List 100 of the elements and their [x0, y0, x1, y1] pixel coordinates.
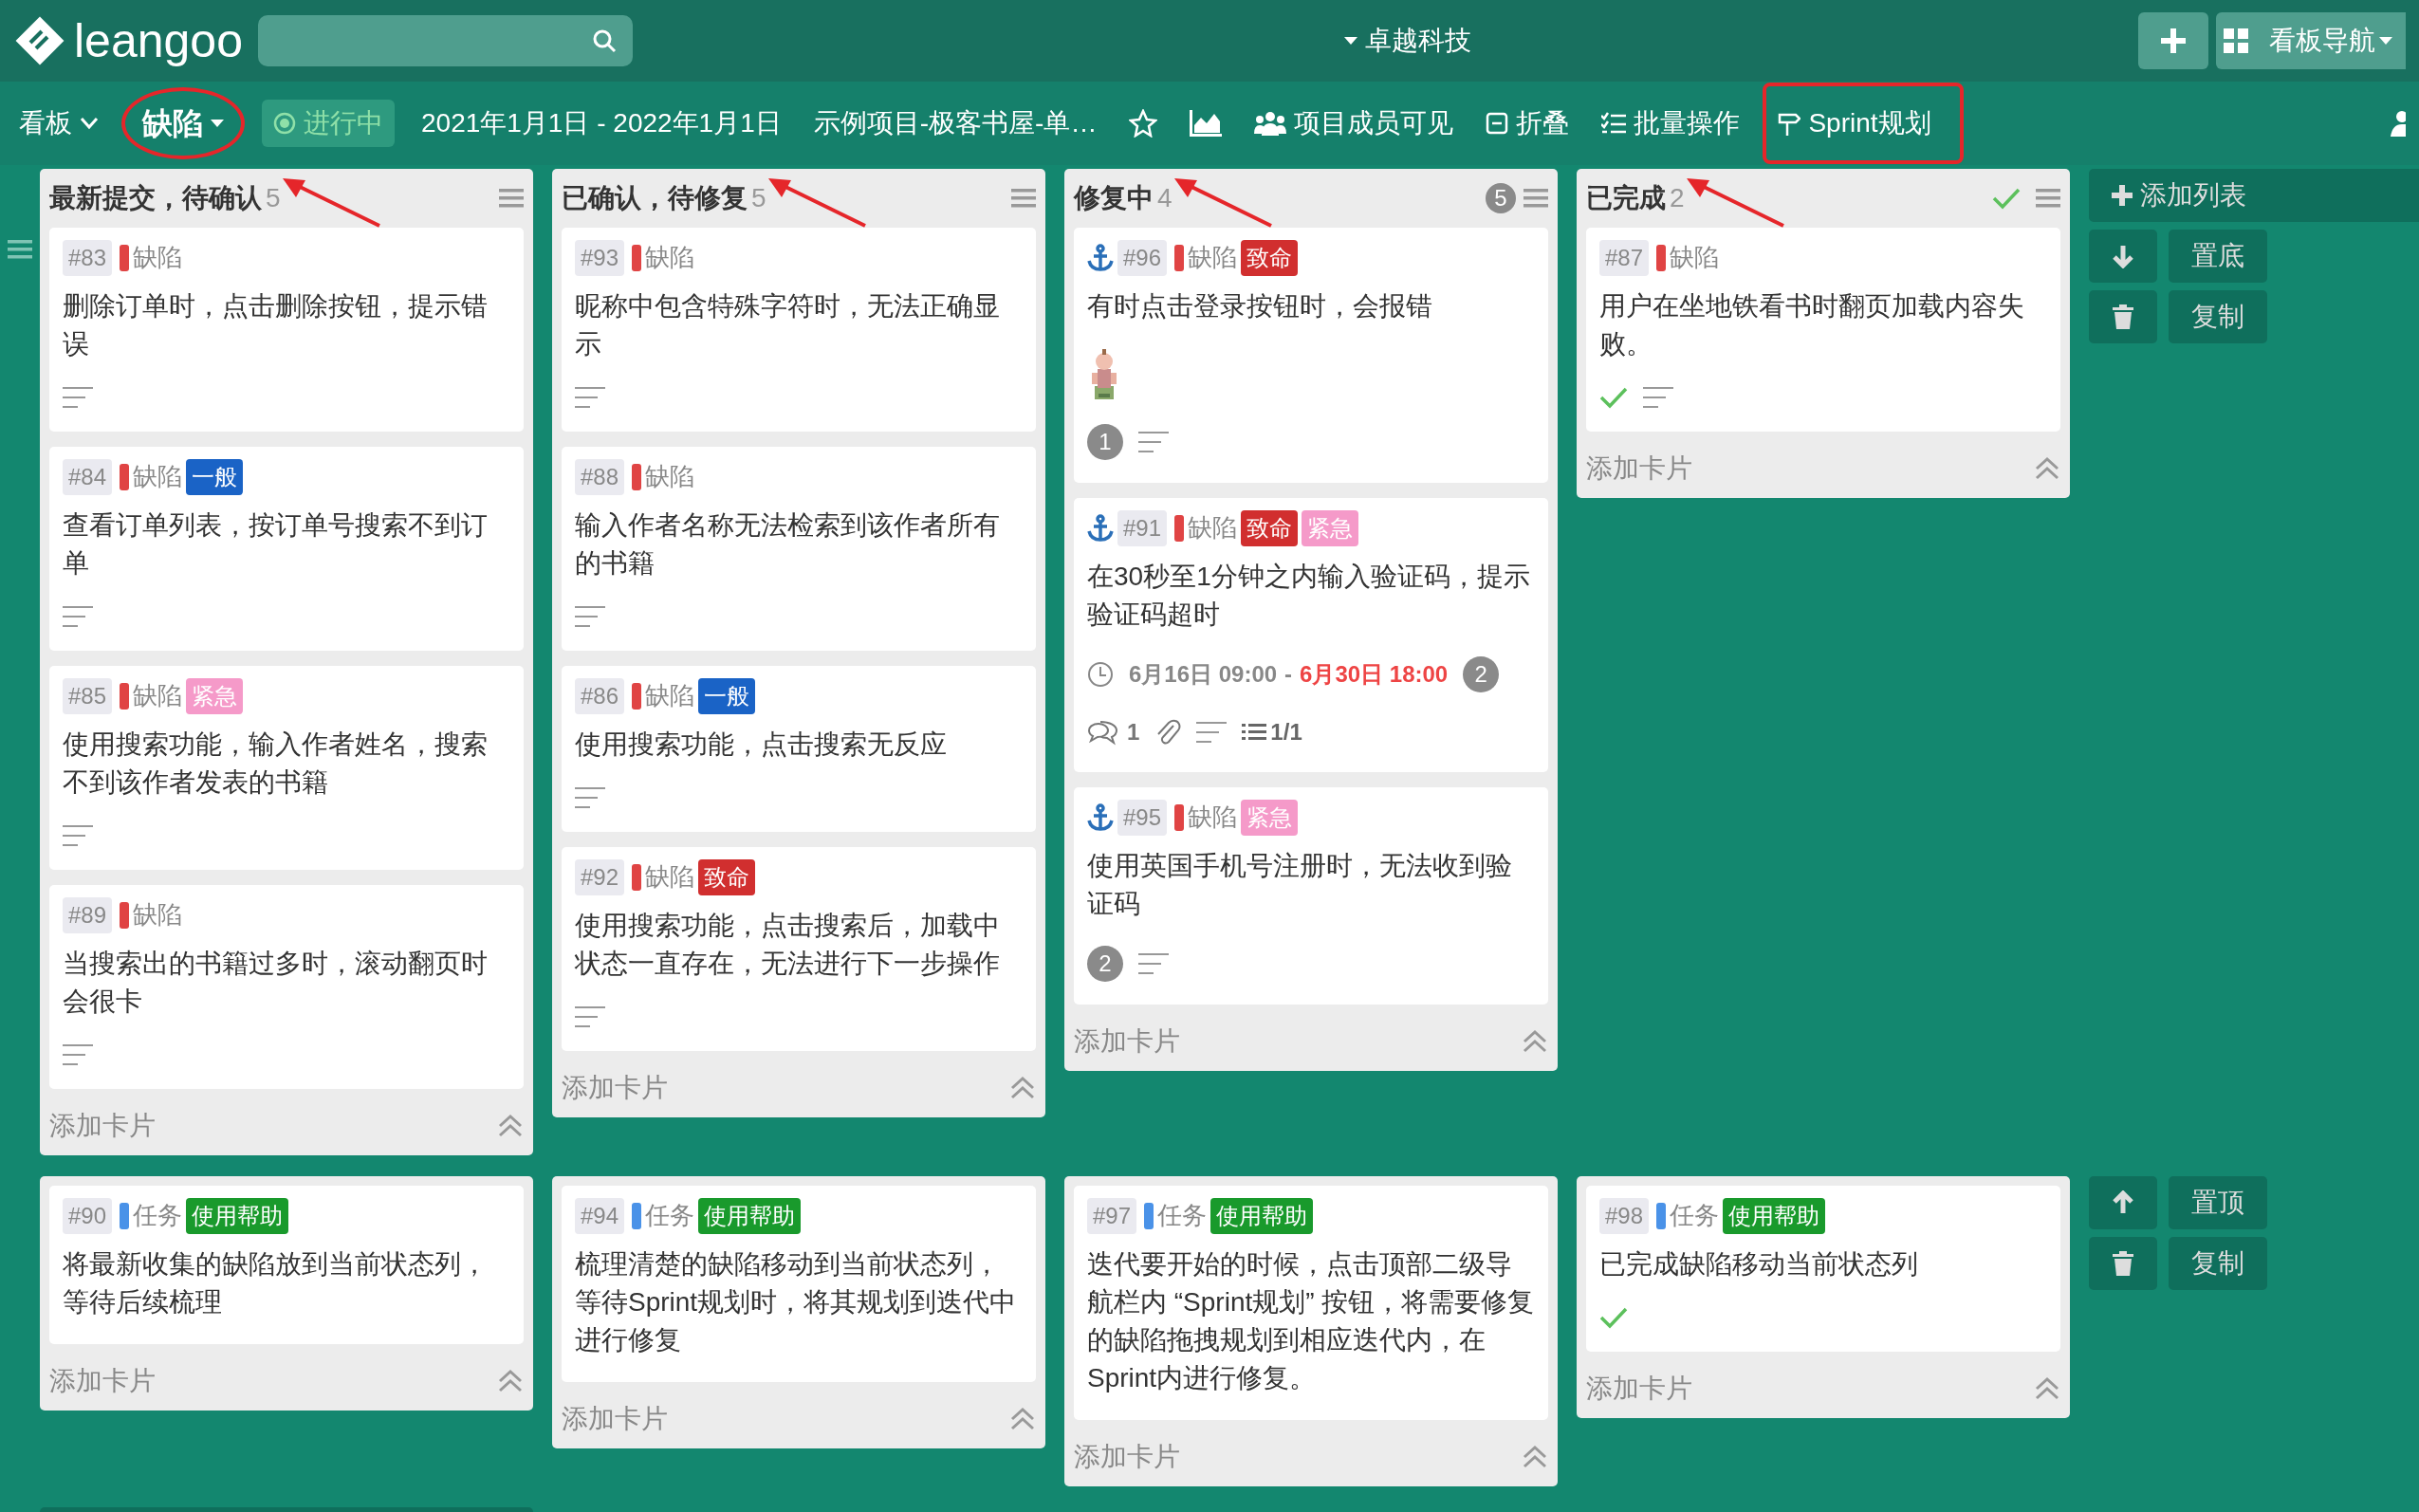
copy-button[interactable]: 复制	[2169, 1237, 2267, 1290]
card-title: 已完成缺陷移动当前状态列	[1599, 1248, 1919, 1281]
card[interactable]: #86 缺陷 一般 使用搜索功能，点击搜索无反应	[562, 666, 1036, 832]
chevron-up-icon[interactable]	[2034, 456, 2060, 481]
card[interactable]: #84 缺陷 一般 查看订单列表，按订单号搜索不到订单	[49, 447, 524, 651]
card-number: #84	[63, 458, 113, 495]
menu-icon[interactable]	[2036, 188, 2060, 209]
board-dropdown[interactable]: 看板	[13, 98, 104, 149]
chevron-up-icon[interactable]	[497, 1369, 524, 1393]
list-title: 修复中	[1074, 182, 1154, 214]
card[interactable]: #90 任务 使用帮助 将最新收集的缺陷放到当前状态列，等待后续梳理	[49, 1186, 524, 1344]
tag: 紧急	[1302, 509, 1359, 546]
batch-button[interactable]: 批量操作	[1596, 98, 1746, 149]
card-title: 当搜索出的书籍过多时，滚动翻页时会很卡	[63, 948, 489, 1018]
card-title: 在30秒至1分钟之内输入验证码，提示验证码超时	[1087, 561, 1531, 631]
card[interactable]: #92 缺陷 致命 使用搜索功能，点击搜索后，加载中状态一直存在，无法进行下一步操作	[562, 847, 1036, 1051]
card[interactable]: #98 任务 使用帮助 已完成缺陷移动当前状态列	[1586, 1186, 2060, 1352]
move-icon-button[interactable]	[2089, 1176, 2157, 1229]
description-icon	[1196, 721, 1228, 744]
add-card-link[interactable]: 添加卡片	[1074, 1437, 1180, 1477]
card-title: 删除订单时，点击删除按钮，提示错误	[63, 290, 489, 360]
tag: 致命	[1241, 239, 1299, 276]
card[interactable]: #93 缺陷 昵称中包含特殊字符时，无法正确显示	[562, 228, 1036, 432]
date-text: 6月16日 09:00	[1129, 660, 1278, 689]
card-title: 昵称中包含特殊字符时，无法正确显示	[575, 290, 1001, 360]
workspace-dropdown[interactable]: 卓越科技	[1339, 20, 1478, 62]
type-marker	[1174, 514, 1185, 542]
type-label: 缺陷	[645, 861, 695, 893]
copy-button[interactable]: 复制	[2169, 290, 2267, 343]
status-label: 进行中	[304, 107, 383, 139]
card-number: #83	[63, 239, 113, 276]
card[interactable]: #89 缺陷 当搜索出的书籍过多时，滚动翻页时会很卡	[49, 885, 524, 1089]
add-list-button[interactable]: 添加列表	[2089, 169, 2419, 222]
type-label: 缺陷	[645, 461, 695, 492]
comments-icon	[1087, 719, 1119, 746]
card-number: #94	[575, 1197, 625, 1234]
bottom-button[interactable]: 置底	[2169, 230, 2267, 283]
card[interactable]: #95 缺陷 紧急 使用英国手机号注册时，无法收到验证码 2	[1074, 787, 1548, 1005]
card[interactable]: #91 缺陷 致命 紧急 在30秒至1分钟之内输入验证码，提示验证码超时 6月16日 09:00 - 6月30日 18:00 2 1 1/1	[1074, 498, 1548, 772]
card[interactable]: #83 缺陷 删除订单时，点击删除按钮，提示错误	[49, 228, 524, 432]
sprint-button[interactable]: Sprint规划	[1766, 86, 1960, 160]
description-icon	[63, 824, 93, 847]
card[interactable]: #85 缺陷 紧急 使用搜索功能，输入作者姓名，搜索不到该作者发表的书籍	[49, 666, 524, 870]
type-marker	[120, 682, 130, 710]
chevron-up-icon[interactable]	[1522, 1445, 1548, 1469]
card-title: 将最新收集的缺陷放到当前状态列，等待后续梳理	[63, 1248, 489, 1318]
card[interactable]: #94 任务 使用帮助 梳理清楚的缺陷移动到当前状态列，等待Sprint规划时，将其规划到迭代中进行修复	[562, 1186, 1036, 1382]
type-label: 缺陷	[1670, 242, 1720, 273]
delete-icon-button[interactable]	[2089, 290, 2157, 343]
card-number: #91	[1117, 509, 1168, 546]
chevron-up-icon[interactable]	[2034, 1376, 2060, 1401]
description-icon	[575, 386, 605, 409]
date-text: 6月30日 18:00	[1300, 660, 1449, 689]
menu-icon[interactable]	[1011, 188, 1036, 209]
card[interactable]: #97 任务 使用帮助 迭代要开始的时候，点击顶部二级导航栏内 “Sprint规划” 按钮，将需要修复的缺陷拖拽规划到相应迭代内，在Sprint内进行修复。	[1074, 1186, 1548, 1420]
search-field[interactable]	[257, 15, 633, 66]
menu-icon[interactable]	[8, 238, 32, 260]
arrow-down-icon	[2111, 244, 2135, 268]
chevron-up-icon[interactable]	[1522, 1029, 1548, 1054]
add-card-link[interactable]: 添加卡片	[562, 1399, 668, 1439]
add-card-link[interactable]: 添加卡片	[562, 1068, 668, 1108]
card-title: 使用英国手机号注册时，无法收到验证码	[1087, 850, 1513, 920]
separator-text: -	[1284, 660, 1293, 689]
chart-icon[interactable]	[1190, 110, 1223, 137]
move-icon-button[interactable]	[2089, 230, 2157, 283]
paperclip-icon	[1154, 718, 1182, 747]
signpost-icon	[1778, 111, 1801, 136]
fold-icon	[1486, 112, 1509, 135]
card-title: 使用搜索功能，输入作者姓名，搜索不到该作者发表的书籍	[63, 728, 489, 799]
type-marker	[1174, 244, 1185, 271]
card[interactable]: #88 缺陷 输入作者名称无法检索到该作者所有的书籍	[562, 447, 1036, 651]
members-button[interactable]: 项目成员可见	[1248, 98, 1460, 149]
type-label: 缺陷	[133, 461, 183, 492]
type-label: 缺陷	[133, 680, 183, 711]
add-card-link[interactable]: 添加卡片	[49, 1361, 156, 1401]
card[interactable]: #87 缺陷 用户在坐地铁看书时翻页加载内容失败。	[1586, 228, 2060, 432]
add-button[interactable]	[2138, 12, 2208, 69]
add-card-link[interactable]: 添加卡片	[1586, 449, 1692, 489]
tag: 使用帮助	[1723, 1197, 1826, 1234]
card-title: 迭代要开始的时候，点击顶部二级导航栏内 “Sprint规划” 按钮，将需要修复的缺陷拖拽规划到相应迭代内，在Sprint内进行修复。	[1087, 1248, 1536, 1394]
type-marker	[632, 682, 642, 710]
add-card-link[interactable]: 添加卡片	[49, 1106, 156, 1146]
type-label: 任务	[1670, 1200, 1720, 1231]
star-icon[interactable]	[1129, 109, 1158, 138]
fold-button[interactable]: 折叠	[1480, 98, 1576, 149]
add-card-link[interactable]: 添加卡片	[1074, 1022, 1180, 1061]
chevron-up-icon[interactable]	[1009, 1407, 1036, 1431]
menu-icon[interactable]	[499, 188, 524, 209]
chevron-up-icon[interactable]	[497, 1114, 524, 1138]
card[interactable]: #96 缺陷 致命 有时点击登录按钮时，会报错 1	[1074, 228, 1548, 483]
chevron-up-icon[interactable]	[1009, 1076, 1036, 1100]
type-marker	[1174, 803, 1185, 831]
filter-dropdown[interactable]: 缺陷	[125, 91, 241, 156]
add-card-link[interactable]: 添加卡片	[1586, 1369, 1692, 1409]
limit-badge: 5	[1486, 183, 1516, 213]
top-button[interactable]: 置顶	[2169, 1176, 2267, 1229]
delete-icon-button[interactable]	[2089, 1237, 2157, 1290]
menu-icon[interactable]	[1523, 188, 1548, 209]
check-icon	[1599, 1306, 1628, 1329]
grid-icon[interactable]	[2224, 28, 2248, 53]
